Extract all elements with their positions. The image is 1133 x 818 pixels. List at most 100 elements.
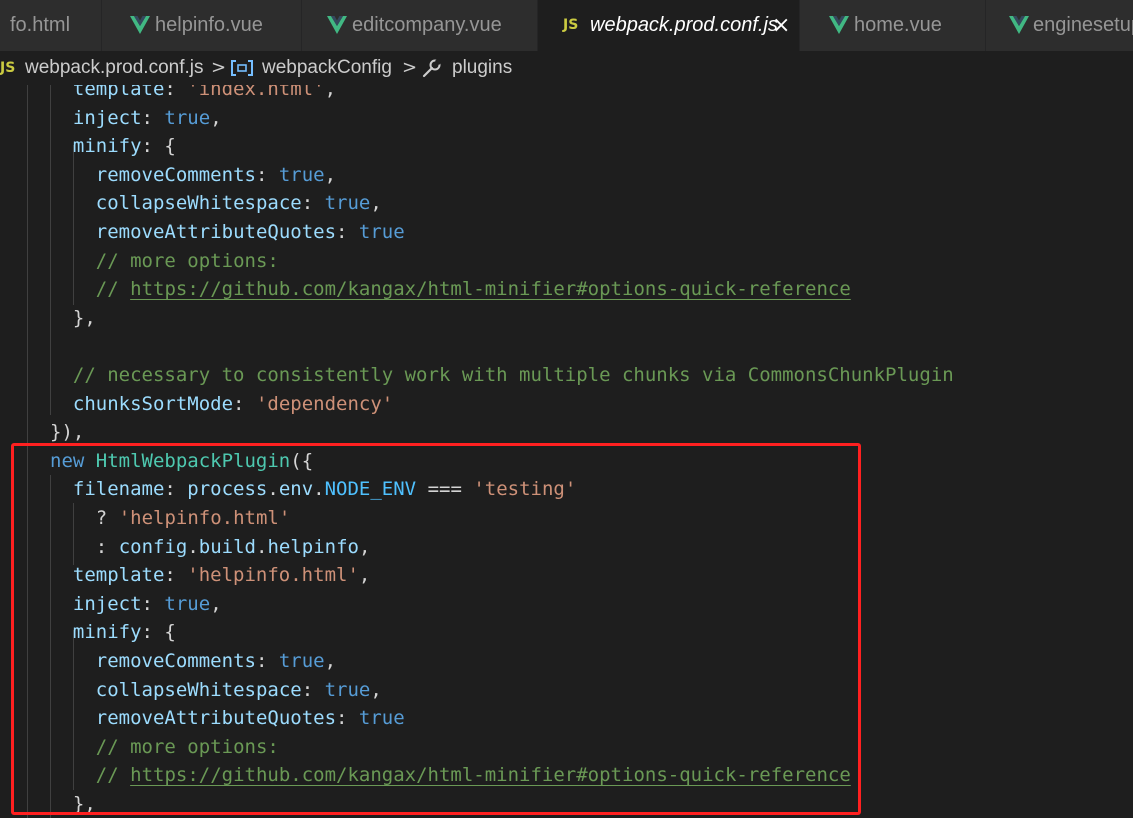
tab-bar: fo.html helpinfo.vue editcompany.vue JS webp… bbox=[0, 0, 1133, 51]
code-token: true bbox=[324, 678, 371, 701]
code-line: inject: true, bbox=[73, 104, 222, 132]
code-line: template: 'helpinfo.html', bbox=[73, 561, 370, 589]
code-token: : bbox=[164, 85, 188, 100]
code-link[interactable]: https://github.com/kangax/html-minifier#… bbox=[130, 278, 851, 300]
code-line: }, bbox=[73, 790, 96, 818]
code-token: NODE_ENV bbox=[324, 478, 417, 501]
tab-label: fo.html bbox=[10, 14, 71, 36]
tab-label: enginesetup bbox=[1033, 14, 1133, 36]
chevron-right-icon: > bbox=[211, 57, 227, 78]
code-line: minify: { bbox=[73, 132, 176, 160]
code-token: // necessary to consistently work with m… bbox=[72, 364, 954, 386]
code-token: config bbox=[118, 535, 188, 558]
tab-2[interactable]: helpinfo.vue bbox=[102, 0, 302, 51]
code-token: removeComments bbox=[95, 650, 256, 672]
code-token: minify bbox=[72, 135, 142, 158]
code-line: // more options: bbox=[96, 733, 279, 761]
code-token: : bbox=[255, 650, 279, 672]
code-line: ? 'helpinfo.html' bbox=[96, 504, 290, 532]
chevron-right-icon: > bbox=[402, 57, 418, 78]
code-token: filename bbox=[72, 478, 165, 501]
tab-label: helpinfo.vue bbox=[155, 14, 263, 36]
code-token: ({ bbox=[290, 449, 314, 472]
code-token: . bbox=[313, 478, 325, 501]
code-line: inject: true, bbox=[73, 590, 222, 618]
code-token: collapseWhitespace bbox=[95, 678, 302, 701]
close-icon[interactable]: × bbox=[772, 0, 790, 51]
code-token: : { bbox=[141, 135, 176, 158]
vue-icon bbox=[327, 16, 347, 34]
code-line: minify: { bbox=[73, 618, 176, 646]
code-token: 'testing' bbox=[473, 478, 577, 501]
code-token: , bbox=[358, 564, 371, 587]
tab-3[interactable]: editcompany.vue bbox=[302, 0, 538, 51]
code-token: true bbox=[278, 163, 325, 186]
indent-guide bbox=[50, 475, 51, 818]
js-icon: JS bbox=[563, 17, 579, 33]
code-line: // https://github.com/kangax/html-minifi… bbox=[96, 275, 851, 303]
breadcrumb: JS webpack.prod.conf.js > webpackConfig … bbox=[0, 51, 1133, 85]
code-token: env bbox=[278, 478, 314, 501]
code-token: . bbox=[187, 535, 199, 558]
code-editor[interactable]: template: 'index.html', inject: true, mini… bbox=[0, 85, 1133, 818]
code-token: : bbox=[233, 392, 256, 415]
code-line: // more options: bbox=[96, 247, 279, 275]
code-line: new HtmlWebpackPlugin({ bbox=[50, 447, 313, 475]
code-line: chunksSortMode: 'dependency' bbox=[73, 390, 393, 418]
code-token: chunksSortMode bbox=[72, 392, 234, 415]
breadcrumb-symbol[interactable]: webpackConfig bbox=[262, 51, 392, 85]
code-line: removeAttributeQuotes: true bbox=[96, 218, 405, 246]
code-token: template bbox=[72, 564, 165, 587]
code-line: removeComments: true, bbox=[96, 647, 336, 675]
editor-window: fo.html helpinfo.vue editcompany.vue JS webp… bbox=[0, 0, 1133, 818]
code-token: , bbox=[370, 678, 382, 701]
code-token: : bbox=[141, 592, 165, 615]
code-token: true bbox=[358, 221, 405, 243]
code-link[interactable]: https://github.com/kangax/html-minifier#… bbox=[130, 764, 851, 786]
code-token: . bbox=[267, 478, 279, 501]
tab-5[interactable]: home.vue bbox=[800, 0, 986, 51]
indent-guide bbox=[73, 503, 74, 565]
code-token: }), bbox=[50, 421, 85, 444]
tab-1[interactable]: fo.html bbox=[0, 0, 102, 51]
code-token: : { bbox=[141, 621, 176, 644]
code-token: : bbox=[336, 221, 359, 243]
code-line: removeAttributeQuotes: true bbox=[96, 704, 405, 732]
code-token: collapseWhitespace bbox=[95, 192, 302, 215]
code-token: , bbox=[324, 163, 337, 186]
code-token: : bbox=[95, 535, 119, 558]
code-token: , bbox=[324, 650, 337, 672]
code-token: // more options: bbox=[95, 249, 279, 272]
code-line: // https://github.com/kangax/html-minifi… bbox=[96, 761, 851, 789]
code-token: : bbox=[301, 192, 325, 215]
code-token: minify bbox=[72, 621, 142, 644]
code-line: // necessary to consistently work with m… bbox=[73, 361, 954, 389]
code-line: template: 'index.html', bbox=[73, 85, 336, 103]
code-token: true bbox=[164, 592, 211, 615]
code-token: removeAttributeQuotes bbox=[95, 707, 337, 730]
code-token: : bbox=[164, 478, 188, 501]
code-token: removeAttributeQuotes bbox=[95, 221, 337, 243]
code-token: === bbox=[416, 478, 474, 501]
code-token: ? bbox=[95, 507, 119, 529]
code-token: : bbox=[164, 564, 188, 587]
code-token: true bbox=[164, 106, 211, 129]
vue-icon bbox=[829, 16, 849, 34]
tab-6[interactable]: enginesetup bbox=[986, 0, 1133, 51]
code-token: : bbox=[336, 707, 359, 730]
wrench-icon bbox=[422, 58, 442, 78]
code-token: HtmlWebpackPlugin bbox=[95, 449, 291, 472]
indent-guide bbox=[50, 85, 51, 415]
code-token: true bbox=[324, 192, 371, 215]
breadcrumb-property[interactable]: plugins bbox=[452, 51, 512, 85]
breadcrumb-file[interactable]: webpack.prod.conf.js bbox=[25, 51, 204, 85]
indent-guide bbox=[73, 630, 74, 790]
code-line: collapseWhitespace: true, bbox=[96, 676, 382, 704]
code-line: }), bbox=[50, 418, 84, 446]
tab-4[interactable]: JS webpack.prod.conf.js × bbox=[538, 0, 800, 51]
code-token: // more options: bbox=[95, 735, 279, 758]
tab-label: webpack.prod.conf.js bbox=[590, 14, 778, 36]
vue-icon bbox=[1009, 16, 1029, 34]
indent-guide bbox=[27, 85, 28, 818]
